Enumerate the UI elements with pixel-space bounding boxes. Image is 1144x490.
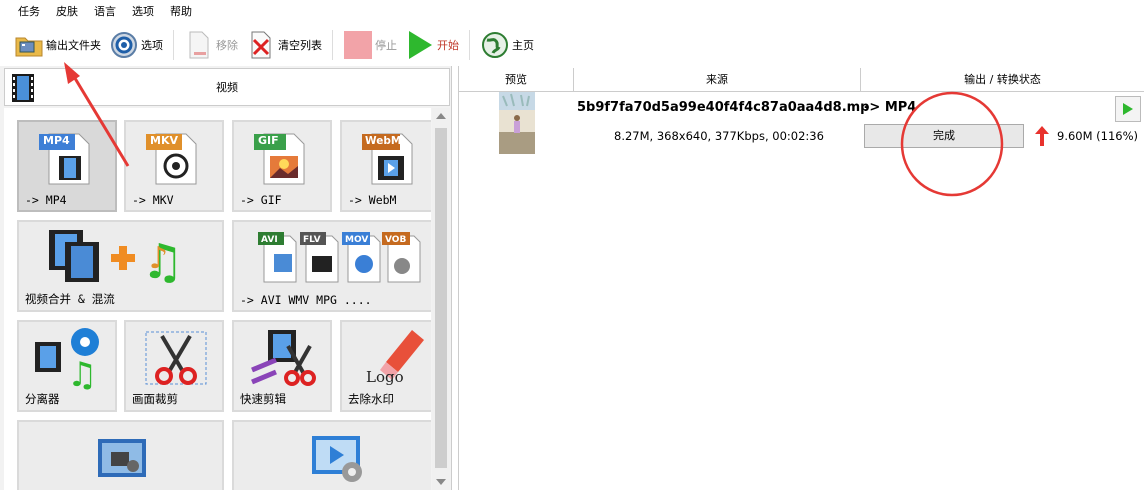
output-size: 9.60M (116%)	[1057, 129, 1139, 143]
toolbar: 输出文件夹 选项 移除 清空列表 停止 开始 主页	[0, 24, 1144, 66]
video-thumbnail	[499, 92, 535, 154]
toolbar-separator	[173, 30, 174, 60]
tile-merge-mux[interactable]: ♫ ♪ 视频合并 & 混流	[17, 220, 224, 312]
menu-skin[interactable]: 皮肤	[48, 0, 86, 24]
mov-badge: MOV	[345, 235, 368, 245]
menu-language[interactable]: 语言	[86, 0, 124, 24]
toolbar-separator	[332, 30, 333, 60]
tile-label: -> MP4	[25, 193, 67, 207]
clear-list-label: 清空列表	[278, 39, 322, 52]
options-label: 选项	[141, 39, 163, 52]
scroll-thumb[interactable]	[435, 128, 447, 468]
remove-button[interactable]: 移除	[180, 26, 242, 64]
tool-grid: MP4 -> MP4 MKV -> MKV GIF -> GIF WebM ->…	[4, 108, 431, 490]
tile-to-mkv[interactable]: MKV -> MKV	[124, 120, 224, 212]
source-file-info: 8.27M, 368x640, 377Kbps, 00:02:36	[614, 129, 824, 143]
source-file-name: 5b9f7fa70d5a99e40f4f4c87a0aa4d8.mp	[577, 100, 870, 115]
left-panel: 视频 MP4 -> MP4 MKV -> MKV GIF -> GIF WebM…	[0, 66, 452, 490]
tile-label: -> AVI WMV MPG ....	[240, 293, 372, 307]
menu-bar: 任务 皮肤 语言 选项 帮助	[0, 0, 1144, 24]
tile-label: 快速剪辑	[240, 392, 286, 406]
eraser-icon: Logo	[366, 330, 424, 386]
play-output-button[interactable]	[1115, 96, 1141, 122]
stop-icon	[343, 30, 373, 60]
splitter-icon: ♫	[35, 328, 99, 390]
tile-label: -> WebM	[348, 193, 397, 207]
clear-list-icon	[246, 30, 276, 60]
column-output-status[interactable]: 输出 / 转换状态	[861, 68, 1144, 92]
tile-remove-watermark[interactable]: Logo 去除水印	[340, 320, 431, 412]
globe-icon	[480, 30, 510, 60]
tile-label: 分离器	[25, 392, 60, 406]
tile-label: -> MKV	[132, 193, 174, 207]
tile-label: 去除水印	[348, 392, 394, 406]
crop-scissors-icon	[145, 331, 207, 385]
status-done-button[interactable]: 完成	[864, 124, 1024, 148]
scroll-up-icon[interactable]	[436, 113, 446, 119]
tile-label: 画面裁剪	[132, 392, 178, 406]
start-button[interactable]: 开始	[401, 26, 463, 64]
tile-crop[interactable]: 画面裁剪	[124, 320, 224, 412]
tile-label: 视频合并 & 混流	[25, 292, 115, 306]
stop-button[interactable]: 停止	[339, 26, 401, 64]
scroll-down-icon[interactable]	[436, 479, 446, 485]
task-list-panel: 预览 来源 输出 / 转换状态 5b9f7fa70d5a99e40f4f4c87…	[458, 66, 1144, 490]
tile-video-player[interactable]	[232, 420, 431, 490]
play-icon	[1123, 103, 1133, 115]
svg-text:♫: ♫	[67, 355, 97, 390]
menu-task[interactable]: 任务	[10, 0, 48, 24]
menu-help[interactable]: 帮助	[162, 0, 200, 24]
vob-badge: VOB	[385, 235, 406, 245]
gif-badge: GIF	[258, 134, 279, 147]
flv-badge: FLV	[303, 235, 321, 245]
mp4-badge: MP4	[43, 134, 70, 147]
play-icon	[405, 30, 435, 60]
output-folder-button[interactable]: 输出文件夹	[10, 26, 105, 64]
video-player-icon	[312, 436, 362, 482]
category-header[interactable]: 视频	[4, 68, 450, 106]
avi-badge: AVI	[261, 235, 278, 245]
options-button[interactable]: 选项	[105, 26, 167, 64]
left-scrollbar[interactable]	[432, 108, 450, 490]
home-button[interactable]: 主页	[476, 26, 538, 64]
tile-to-gif[interactable]: GIF -> GIF	[232, 120, 332, 212]
tile-to-webm[interactable]: WebM -> WebM	[340, 120, 431, 212]
svg-text:♪: ♪	[149, 241, 168, 276]
tile-screen-record[interactable]	[17, 420, 224, 490]
quick-cut-icon	[251, 330, 316, 386]
menu-options[interactable]: 选项	[124, 0, 162, 24]
folder-icon	[14, 30, 44, 60]
column-preview[interactable]: 预览	[459, 68, 574, 92]
output-folder-label: 输出文件夹	[46, 39, 101, 52]
remove-label: 移除	[216, 39, 238, 52]
file-name-text: 5b9f7fa70d5a99e40f4f4c87a0aa4d8.mp	[577, 100, 870, 115]
tile-quick-cut[interactable]: 快速剪辑	[232, 320, 332, 412]
logo-text: Logo	[366, 368, 404, 386]
home-label: 主页	[512, 39, 534, 52]
stop-label: 停止	[375, 39, 397, 52]
column-source[interactable]: 来源	[574, 68, 861, 92]
start-label: 开始	[437, 39, 459, 52]
tile-other-formats[interactable]: AVI FLV MOV VOB -> AVI WMV MPG ....	[232, 220, 431, 312]
merge-icon: ♫♪	[49, 230, 184, 290]
tile-label: -> GIF	[240, 193, 282, 207]
toolbar-separator	[469, 30, 470, 60]
tile-to-mp4[interactable]: MP4 -> MP4	[17, 120, 117, 212]
target-format: -> MP4	[864, 100, 917, 115]
size-increase-arrow-icon	[1035, 126, 1049, 146]
mkv-badge: MKV	[150, 134, 178, 147]
webm-badge: WebM	[365, 135, 401, 147]
clear-list-button[interactable]: 清空列表	[242, 26, 326, 64]
category-title: 视频	[216, 81, 238, 94]
tile-splitter[interactable]: ♫ 分离器	[17, 320, 117, 412]
gear-icon	[109, 30, 139, 60]
document-remove-icon	[184, 30, 214, 60]
camera-screen-icon	[98, 439, 146, 477]
